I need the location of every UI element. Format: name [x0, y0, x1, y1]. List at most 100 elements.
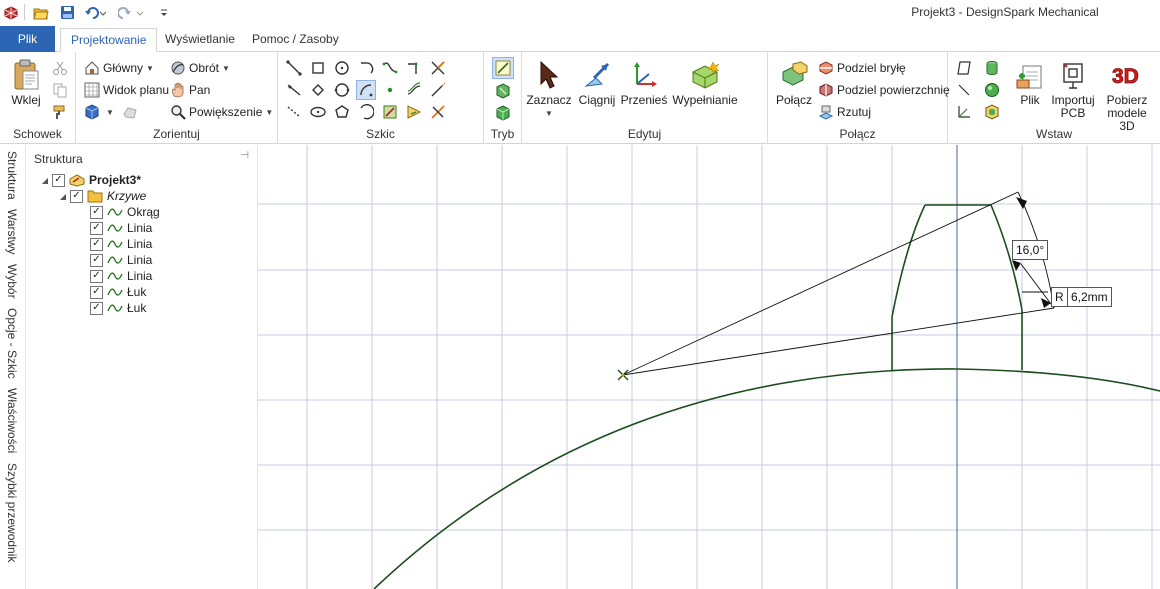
- offset-curve-tool-icon[interactable]: [404, 80, 424, 100]
- corner-arc-tool-icon[interactable]: [404, 58, 424, 78]
- tree-item[interactable]: ✓ Linia: [90, 252, 152, 268]
- sphere-icon[interactable]: [982, 80, 1002, 100]
- snap-view-icon[interactable]: [120, 102, 140, 122]
- polygon-tool-icon[interactable]: [332, 102, 352, 122]
- rotate-button[interactable]: Obrót ▼: [170, 60, 230, 76]
- radius-dimension[interactable]: 6,2mm: [1067, 287, 1112, 307]
- tree-checkbox[interactable]: ✓: [90, 301, 103, 315]
- combine-button[interactable]: Połącz: [774, 58, 814, 107]
- group-orient: Główny ▼ Widok planu ▼ Obrót ▼ Pan Powięks…: [76, 52, 278, 144]
- trim-tool-icon[interactable]: [428, 58, 448, 78]
- tab-design[interactable]: Projektowanie: [60, 28, 158, 52]
- copy-icon[interactable]: [50, 80, 70, 100]
- tree-checkbox[interactable]: ✓: [52, 173, 65, 187]
- origin-icon[interactable]: [954, 102, 974, 122]
- tree-item[interactable]: ✓ Okrąg: [90, 204, 160, 220]
- paste-button[interactable]: Wklej: [6, 58, 46, 107]
- fill-button[interactable]: Wypełnianie: [672, 58, 738, 107]
- expand-icon[interactable]: ◢: [58, 192, 68, 201]
- download-3d-models-button[interactable]: 3D Pobierz modele 3D: [1098, 58, 1156, 133]
- group-combine: Połącz Podziel bryłę Podziel powierzchni…: [768, 52, 950, 144]
- tree-checkbox[interactable]: ✓: [70, 189, 83, 203]
- move-button[interactable]: Przenieś: [620, 58, 668, 107]
- three-point-arc-tool-icon[interactable]: [356, 102, 376, 122]
- window-title: Projekt3 - DesignSpark Mechanical: [911, 5, 1099, 19]
- line-tool-icon[interactable]: [284, 58, 304, 78]
- tree-root[interactable]: ◢ ✓ Projekt3*: [40, 172, 141, 188]
- tangent-line-tool-icon[interactable]: [284, 80, 304, 100]
- view-cube-button[interactable]: ▼: [84, 104, 114, 120]
- tree-checkbox[interactable]: ✓: [90, 285, 103, 299]
- expand-icon[interactable]: ◢: [40, 176, 50, 185]
- create-rounded-corner-icon[interactable]: [380, 102, 400, 122]
- zoom-button[interactable]: Powiększenie ▼: [170, 104, 273, 120]
- axis-icon[interactable]: [954, 80, 974, 100]
- rotate-dropdown-icon: ▼: [222, 63, 230, 73]
- group-edit: Zaznacz ▼ Ciągnij Przenieś Wypełnianie E…: [522, 52, 768, 144]
- tree-item-label: Linia: [127, 269, 153, 283]
- tangent-arc-tool-icon[interactable]: [356, 58, 376, 78]
- tree-checkbox[interactable]: ✓: [90, 237, 103, 251]
- tab-file[interactable]: Plik: [0, 26, 55, 52]
- three-point-circle-tool-icon[interactable]: [332, 80, 352, 100]
- design-canvas[interactable]: 16,0° R 6,2mm: [258, 145, 1160, 589]
- split-face-button[interactable]: Podziel powierzchnię: [818, 82, 950, 98]
- extend-curve-tool-icon[interactable]: [428, 80, 448, 100]
- sketch-drawing[interactable]: [258, 145, 1160, 589]
- move-label: Przenieś: [620, 93, 668, 107]
- split-body-button[interactable]: Podziel bryłę: [818, 60, 906, 76]
- pull-button[interactable]: Ciągnij: [576, 58, 618, 107]
- side-tab-structure[interactable]: Struktura: [5, 151, 19, 200]
- project-button[interactable]: Rzutuj: [818, 104, 871, 120]
- insert-file-label: Plik: [1020, 93, 1040, 107]
- tree-item[interactable]: ✓ Linia: [90, 220, 152, 236]
- pan-button[interactable]: Pan: [170, 82, 210, 98]
- cylinder-icon[interactable]: [982, 58, 1002, 78]
- shell-icon[interactable]: [982, 102, 1002, 122]
- tree-item[interactable]: ✓ Linia: [90, 268, 152, 284]
- pin-icon[interactable]: ⊣: [240, 150, 249, 161]
- plan-view-button[interactable]: Widok planu: [84, 82, 169, 98]
- side-tab-layers[interactable]: Warstwy: [5, 209, 19, 255]
- section-mode-icon[interactable]: [493, 81, 513, 101]
- point-tool-icon[interactable]: [380, 80, 400, 100]
- tree-item[interactable]: ✓ Łuk: [90, 300, 146, 316]
- side-tab-properties[interactable]: Właściwości: [5, 388, 19, 453]
- tab-display[interactable]: Wyświetlanie: [155, 28, 245, 52]
- folder-icon: [87, 189, 103, 203]
- circle-tool-icon[interactable]: [332, 58, 352, 78]
- bend-tool-icon[interactable]: [428, 102, 448, 122]
- home-button[interactable]: Główny ▼: [84, 60, 154, 76]
- side-tab-sketch-options[interactable]: Opcje - Szkic: [5, 308, 19, 379]
- sweep-arc-tool-icon[interactable]: [356, 80, 376, 100]
- sketch-mode-icon[interactable]: [492, 57, 514, 79]
- select-button[interactable]: Zaznacz ▼: [526, 58, 572, 120]
- import-pcb-button[interactable]: Importuj PCB: [1048, 58, 1098, 120]
- insert-file-button[interactable]: Plik: [1010, 58, 1050, 107]
- side-tab-selection[interactable]: Wybór: [5, 264, 19, 299]
- tree-item[interactable]: ✓ Łuk: [90, 284, 146, 300]
- three-point-rectangle-tool-icon[interactable]: [308, 80, 328, 100]
- tree-checkbox[interactable]: ✓: [90, 205, 103, 219]
- zoom-dropdown-icon: ▼: [265, 107, 274, 117]
- tree-checkbox[interactable]: ✓: [90, 253, 103, 267]
- spline-tool-icon[interactable]: [380, 58, 400, 78]
- construction-line-tool-icon[interactable]: [284, 102, 304, 122]
- plane-icon[interactable]: [954, 58, 974, 78]
- cut-icon[interactable]: [50, 58, 70, 78]
- tree-checkbox[interactable]: ✓: [90, 221, 103, 235]
- tree-item-label: Linia: [127, 221, 153, 235]
- insert-file-icon: [1013, 58, 1047, 92]
- tree-item[interactable]: ✓ Linia: [90, 236, 152, 252]
- 3d-mode-icon[interactable]: [493, 103, 513, 123]
- tab-help[interactable]: Pomoc / Zasoby: [242, 28, 349, 52]
- rectangle-tool-icon[interactable]: [308, 58, 328, 78]
- format-painter-icon[interactable]: [50, 102, 70, 122]
- curve-icon: [107, 221, 123, 235]
- ellipse-tool-icon[interactable]: [308, 102, 328, 122]
- angle-dimension[interactable]: 16,0°: [1012, 240, 1049, 260]
- tree-folder[interactable]: ◢ ✓ Krzywe: [58, 188, 146, 204]
- tree-checkbox[interactable]: ✓: [90, 269, 103, 283]
- project-to-sketch-icon[interactable]: [404, 102, 424, 122]
- side-tab-quick-guide[interactable]: Szybki przewodnik: [5, 463, 19, 562]
